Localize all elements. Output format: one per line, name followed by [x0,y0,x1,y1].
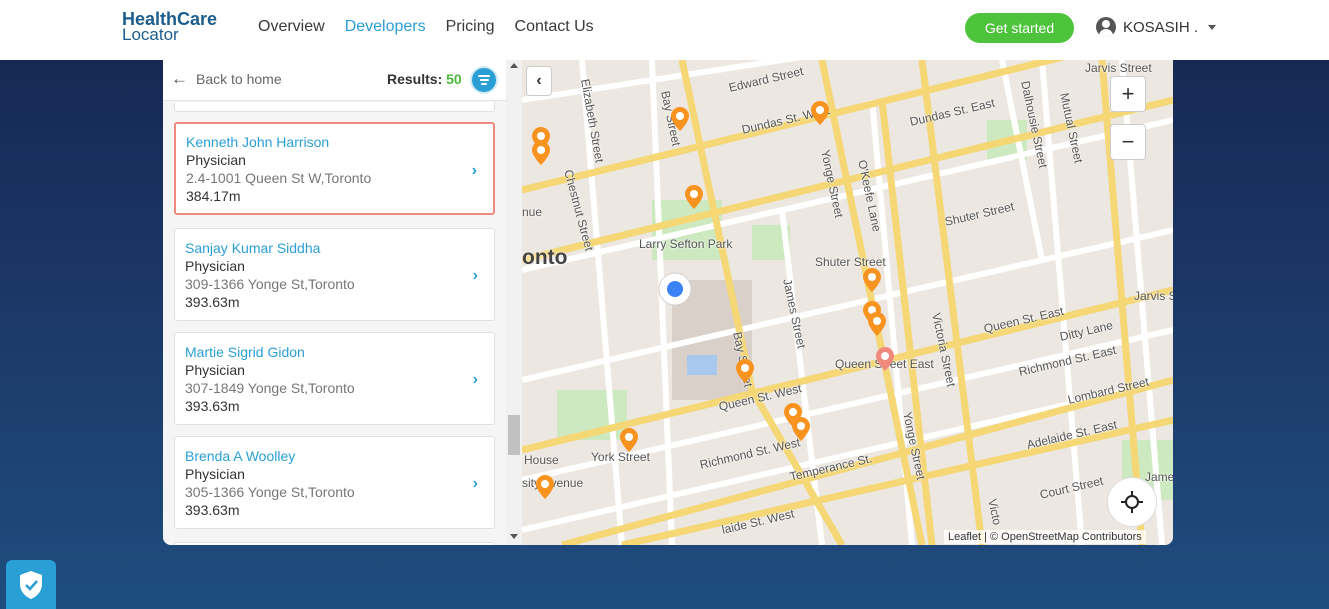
privacy-shield-button[interactable] [6,560,56,609]
results-label: Results: [387,71,443,87]
chevron-right-icon[interactable]: › [473,267,478,285]
map-marker-pin-selected-icon[interactable] [876,347,894,371]
city-label: onto [522,246,568,269]
map-marker-pin-icon[interactable] [863,268,881,292]
top-header: HealthCare Locator Overview Developers P… [0,0,1329,60]
street-label: nue [522,205,543,219]
results-list[interactable]: Kenneth John Harrison Physician 2.4-1001… [163,102,506,545]
street-label: House [524,453,559,467]
hcp-address: 307-1849 Yonge St,Toronto [185,380,355,396]
chevron-right-icon[interactable]: › [473,475,478,493]
street-label: Jarvis Street [1085,61,1152,75]
park-label: Larry Sefton Park [639,237,733,251]
locator-card: ← Back to home Results: 50 Kenneth John … [163,60,1173,545]
main-nav: Overview Developers Pricing Contact Us [258,18,594,36]
street-label: Jame [1145,470,1173,484]
hcp-distance: 393.63m [185,502,240,518]
nav-pricing[interactable]: Pricing [446,18,495,36]
chevron-right-icon[interactable]: › [472,162,477,180]
list-item[interactable] [174,102,495,112]
hcp-name[interactable]: Kenneth John Harrison [186,133,493,151]
map-view[interactable]: Edward Street Jarvis Street Dundas St. W… [522,60,1173,545]
locate-me-button[interactable] [1107,477,1157,527]
hcp-distance: 393.63m [185,294,240,310]
street-label: Jarvis St [1134,289,1173,303]
hcp-specialty: Physician [186,152,246,168]
chevron-right-icon[interactable]: › [473,371,478,389]
hcp-address: 305-1366 Yonge St,Toronto [185,484,355,500]
street-label: York Street [591,450,650,464]
nav-developers[interactable]: Developers [345,18,426,36]
map-marker-pin-icon[interactable] [868,312,886,336]
street-label: Shuter Street [815,255,886,269]
user-menu[interactable]: KOSASIH . [1096,17,1217,37]
results-header: ← Back to home Results: 50 [163,60,506,101]
hcp-specialty: Physician [185,466,245,482]
hcp-name[interactable]: Brenda A Woolley [185,447,494,465]
hcp-name[interactable]: Martie Sigrid Gidon [185,343,494,361]
zoom-out-button[interactable]: − [1110,124,1146,160]
zoom-controls: + − [1110,76,1146,160]
list-scrollbar[interactable] [506,60,522,545]
scroll-down-icon[interactable] [510,534,518,539]
nav-overview[interactable]: Overview [258,18,325,36]
hcp-distance: 393.63m [185,398,240,414]
logo-line2: Locator [122,25,179,44]
back-label: Back to home [196,71,282,87]
map-marker-pin-icon[interactable] [685,185,703,209]
user-name: KOSASIH . [1123,18,1199,36]
hcp-distance: 384.17m [186,188,241,204]
arrow-left-icon: ← [171,69,188,88]
map-marker-pin-icon[interactable] [811,101,829,125]
list-item[interactable]: Brenda A Woolley Physician 305-1366 Yong… [174,436,495,529]
results-count: Results: 50 [387,71,462,87]
hcp-name[interactable]: Sanjay Kumar Siddha [185,239,494,257]
get-started-button[interactable]: Get started [965,13,1074,43]
scrollbar-thumb[interactable] [508,415,520,455]
hcp-specialty: Physician [185,258,245,274]
map-marker-pin-icon[interactable] [532,141,550,165]
map-attribution[interactable]: Leaflet | © OpenStreetMap Contributors [944,530,1146,544]
map-marker-pin-icon[interactable] [792,417,810,441]
zoom-in-button[interactable]: + [1110,76,1146,112]
list-item[interactable]: Sanjay Kumar Siddha Physician 309-1366 Y… [174,228,495,321]
shield-check-icon [20,570,42,599]
map-marker-pin-icon[interactable] [736,359,754,383]
hcp-specialty: Physician [185,362,245,378]
back-to-home-link[interactable]: ← Back to home [171,69,282,88]
map-marker-pin-icon[interactable] [671,107,689,131]
user-avatar-icon [1096,17,1116,37]
results-number: 50 [446,71,462,87]
collapse-panel-button[interactable]: ‹ [526,66,552,96]
scroll-up-icon[interactable] [510,63,518,68]
map-marker-pin-icon[interactable] [536,475,554,499]
hcp-address: 309-1366 Yonge St,Toronto [185,276,355,292]
sort-filter-button[interactable] [470,66,498,94]
chevron-down-icon [1208,24,1217,30]
results-panel: ← Back to home Results: 50 Kenneth John … [163,60,522,545]
hcp-address: 2.4-1001 Queen St W,Toronto [186,170,372,186]
list-item[interactable]: Martie Sigrid Gidon Physician 307-1849 Y… [174,332,495,425]
crosshair-icon [1121,491,1143,513]
map-marker-pin-icon[interactable] [620,428,638,452]
list-item[interactable]: Kenneth John Harrison Physician 2.4-1001… [174,122,495,215]
healthcare-locator-logo[interactable]: HealthCare Locator [122,10,217,44]
nav-contact-us[interactable]: Contact Us [515,18,594,36]
list-item[interactable] [174,542,495,545]
